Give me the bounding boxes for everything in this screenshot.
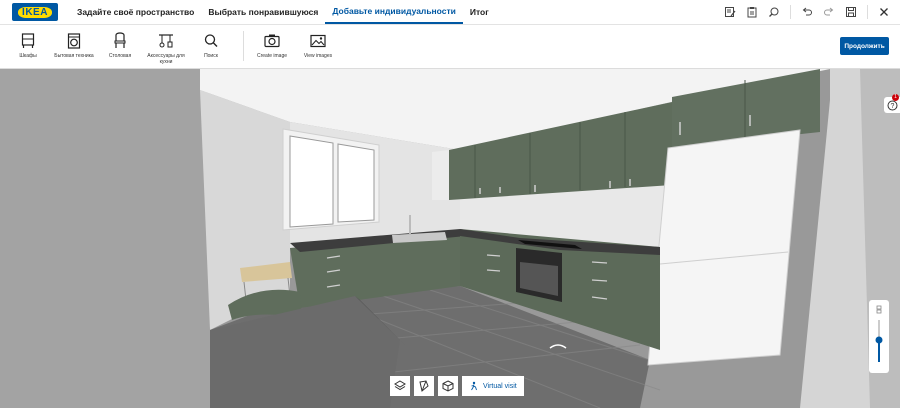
cabinet-icon	[5, 31, 51, 51]
kitchen-tools-icon	[141, 31, 191, 51]
toolbar-item-view-images[interactable]: View images	[295, 31, 341, 59]
toolbar-item-search[interactable]: Поиск	[188, 31, 234, 59]
undo-icon[interactable]	[799, 4, 815, 20]
toolbar-item-dining[interactable]: Столовая	[97, 31, 143, 59]
chair-icon	[97, 31, 143, 51]
divider	[790, 5, 791, 19]
notification-badge: 1	[892, 94, 899, 101]
step-tabs: Задайте своё пространство Выбрать понрав…	[70, 0, 496, 24]
toolbar-item-appliances[interactable]: Бытовая техника	[51, 31, 97, 59]
toolbar-item-label: Шкафы	[19, 53, 37, 59]
search-history-icon[interactable]	[766, 4, 782, 20]
3d-kitchen-viewport[interactable]: ? 1 Virtual visit	[0, 69, 900, 408]
view-side-icon	[419, 380, 429, 392]
zoom-slider[interactable]	[869, 300, 889, 373]
close-icon[interactable]	[876, 4, 892, 20]
logo-text: IKEA	[18, 6, 52, 18]
view-controls: Virtual visit	[390, 376, 524, 396]
divider	[867, 5, 868, 19]
search-icon	[188, 31, 234, 51]
question-icon: ?	[887, 100, 897, 110]
continue-button[interactable]: Продолжить	[840, 37, 889, 55]
top-actions	[722, 4, 892, 20]
zoom-slider-handle[interactable]	[875, 336, 883, 344]
virtual-visit-button[interactable]: Virtual visit	[462, 376, 524, 396]
edit-list-icon[interactable]	[722, 4, 738, 20]
ikea-logo[interactable]: IKEA	[12, 3, 58, 21]
tab-define-space[interactable]: Задайте своё пространство	[70, 0, 201, 24]
tab-summary[interactable]: Итог	[463, 0, 496, 24]
walk-icon	[471, 381, 477, 391]
toolbar-item-create-image[interactable]: Create image	[249, 31, 295, 59]
toolbar-item-label: Create image	[256, 53, 287, 59]
svg-text:?: ?	[890, 103, 894, 110]
toolbar-item-label: Бытовая техника	[54, 53, 94, 59]
toolbar-item-label: Столовая	[108, 53, 132, 59]
view-side-button[interactable]	[414, 376, 434, 396]
help-button[interactable]: ? 1	[884, 94, 900, 113]
top-navigation-bar: IKEA Задайте своё пространство Выбрать п…	[0, 0, 900, 25]
toolbar-item-cabinets[interactable]: Шкафы	[5, 31, 51, 59]
toolbar-item-label: Аксессуары для кухни	[147, 53, 185, 65]
product-toolbar: Шкафы Бытовая техника Столовая Аксессуар…	[0, 25, 900, 69]
save-icon[interactable]	[843, 4, 859, 20]
kitchen-3d-render	[0, 69, 900, 408]
view-3d-icon	[442, 380, 454, 392]
toolbar-item-label: View images	[303, 53, 333, 59]
clipboard-icon[interactable]	[744, 4, 760, 20]
view-3d-button[interactable]	[438, 376, 458, 396]
tab-add-personality[interactable]: Добавьте индивидуальности	[325, 0, 463, 24]
toolbar-item-label: Поиск	[204, 53, 218, 59]
toolbar-divider	[243, 31, 244, 61]
zoom-indicator-icon	[876, 305, 882, 314]
image-icon	[295, 31, 341, 51]
washing-machine-icon	[51, 31, 97, 51]
toolbar-item-kitchen-accessories[interactable]: Аксессуары для кухни	[141, 31, 191, 65]
redo-icon[interactable]	[821, 4, 837, 20]
tab-choose-favorite[interactable]: Выбрать понравившуюся	[201, 0, 325, 24]
view-top-icon	[394, 380, 406, 391]
view-top-button[interactable]	[390, 376, 410, 396]
virtual-visit-label: Virtual visit	[483, 382, 517, 390]
camera-icon	[249, 31, 295, 51]
